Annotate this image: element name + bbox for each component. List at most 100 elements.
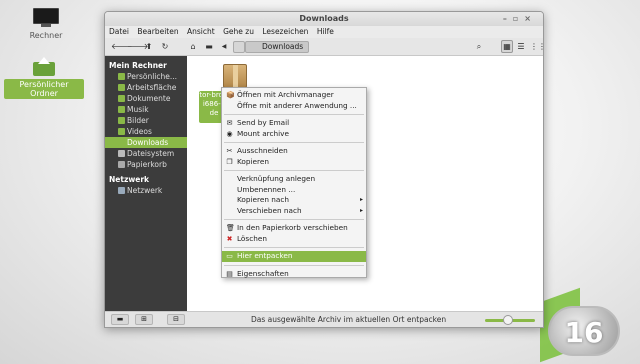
properties-icon: ▤ xyxy=(226,269,233,278)
sidebar-item-label: Downloads xyxy=(127,138,169,147)
compact-view-button[interactable]: ⋮⋮ xyxy=(529,40,543,53)
zoom-slider-handle[interactable] xyxy=(502,315,513,325)
sidebar-item-filesystem[interactable]: Dateisystem xyxy=(105,148,187,159)
maximize-button[interactable]: ▫ xyxy=(513,14,524,23)
sidebar-item-label: Musik xyxy=(127,105,149,114)
menu-item-label: Eigenschaften xyxy=(237,268,289,278)
desktop-computer-icon[interactable]: Rechner xyxy=(6,8,86,41)
computer-icon[interactable]: ▬ xyxy=(203,41,215,53)
minimize-button[interactable]: – xyxy=(503,14,513,23)
desktop-home-label: Persönlicher Ordner xyxy=(4,79,84,99)
trash-icon xyxy=(118,161,125,168)
menu-bookmarks[interactable]: Lesezeichen xyxy=(262,27,308,36)
menu-bar: Datei Bearbeiten Ansicht Gehe zu Lesezei… xyxy=(105,26,543,38)
sidebar-item-videos[interactable]: Videos xyxy=(105,126,187,137)
home-icon[interactable]: ⌂ xyxy=(187,41,199,53)
sidebar-item-trash[interactable]: Papierkorb xyxy=(105,159,187,170)
monitor-icon xyxy=(33,8,59,28)
close-button[interactable]: × xyxy=(524,14,537,23)
breadcrumb-prev-icon[interactable]: ◀ xyxy=(219,41,229,53)
sidebar-item-music[interactable]: Musik xyxy=(105,104,187,115)
menu-item-delete[interactable]: ✖ Löschen xyxy=(222,234,366,245)
sidebar-heading-network[interactable]: Netzwerk xyxy=(105,174,187,185)
menu-item-move-to[interactable]: Verschieben nach ▸ xyxy=(222,206,366,217)
sidebar-item-desktop[interactable]: Arbeitsfläche xyxy=(105,82,187,93)
sidebar-item-label: Netzwerk xyxy=(127,186,163,195)
window-title: Downloads xyxy=(299,14,349,23)
sidebar-item-downloads[interactable]: Downloads xyxy=(105,137,187,148)
back-arrow-icon[interactable]: 🡐 xyxy=(111,41,132,53)
breadcrumb-downloads[interactable]: Downloads xyxy=(245,41,309,53)
menu-item-mount-archive[interactable]: ◉ Mount archive xyxy=(222,129,366,140)
trash-icon: 🗑 xyxy=(226,224,235,232)
sidebar-item-home[interactable]: Persönliche... xyxy=(105,71,187,82)
folder-icon xyxy=(118,139,125,146)
menu-item-label: Öffne mit anderer Anwendung ... xyxy=(237,100,357,110)
toolbar: 🡐 🡒 ⬆ ↻ ⌂ ▬ ◀ Downloads ⌕ ▦ ☰ ⋮⋮ xyxy=(105,38,543,56)
menu-go[interactable]: Gehe zu xyxy=(223,27,254,36)
up-arrow-icon[interactable]: ⬆ xyxy=(143,41,155,53)
menu-separator xyxy=(224,170,364,171)
network-icon xyxy=(118,187,125,194)
toggle-tree-button[interactable]: ⊞ xyxy=(135,314,153,325)
toggle-places-button[interactable]: ▬ xyxy=(111,314,129,325)
menu-item-move-to-trash[interactable]: 🗑 In den Papierkorb verschieben xyxy=(222,223,366,234)
sidebar-item-label: Arbeitsfläche xyxy=(127,83,177,92)
menu-item-send-email[interactable]: ✉ Send by Email xyxy=(222,118,366,129)
folder-icon xyxy=(118,95,125,102)
desktop-computer-label: Rechner xyxy=(29,31,63,40)
menu-item-extract-here[interactable]: ▭ Hier entpacken xyxy=(222,251,366,262)
delete-icon: ✖ xyxy=(226,234,233,243)
menu-item-open-with-other[interactable]: Öffne mit anderer Anwendung ... xyxy=(222,101,366,112)
sidebar-heading-computer[interactable]: Mein Rechner xyxy=(105,60,187,71)
reload-icon[interactable]: ↻ xyxy=(159,41,171,53)
menu-item-label: Hier entpacken xyxy=(237,251,293,260)
desktop-home-folder[interactable]: Persönlicher Ordner xyxy=(4,57,84,99)
menu-item-label: Kopieren xyxy=(237,156,269,166)
breadcrumb-home-button[interactable] xyxy=(233,41,245,53)
menu-item-label: Kopieren nach xyxy=(237,195,290,204)
folder-icon xyxy=(118,117,125,124)
title-bar[interactable]: Downloads –▫× xyxy=(105,12,543,26)
sidebar-item-label: Papierkorb xyxy=(127,160,167,169)
sidebar-item-label: Bilder xyxy=(127,116,149,125)
menu-item-label: Umbenennen ... xyxy=(237,184,296,194)
toggle-sidebar-button[interactable]: ⊟ xyxy=(167,314,185,325)
menu-item-label: Öffnen mit Archivmanager xyxy=(237,90,334,99)
sidebar-item-label: Dokumente xyxy=(127,94,171,103)
sidebar-item-network[interactable]: Netzwerk xyxy=(105,185,187,196)
sidebar-item-pictures[interactable]: Bilder xyxy=(105,115,187,126)
archive-file-icon[interactable] xyxy=(223,64,247,88)
list-view-button[interactable]: ☰ xyxy=(515,40,527,53)
menu-item-copy[interactable]: ❐ Kopieren xyxy=(222,157,366,168)
email-icon: ✉ xyxy=(226,119,233,127)
folder-icon xyxy=(118,84,125,91)
sidebar: Mein Rechner Persönliche... Arbeitsfläch… xyxy=(105,56,187,313)
mount-icon: ◉ xyxy=(226,129,233,138)
menu-item-rename[interactable]: Umbenennen ... xyxy=(222,185,366,196)
menu-separator xyxy=(224,219,364,220)
folder-icon xyxy=(118,73,125,80)
icon-view-button[interactable]: ▦ xyxy=(501,40,513,53)
status-bar: ▬ ⊞ ⊟ Das ausgewählte Archiv im aktuelle… xyxy=(105,311,543,327)
folder-icon xyxy=(118,128,125,135)
home-folder-icon xyxy=(32,57,56,77)
sidebar-item-label: Videos xyxy=(127,127,152,136)
menu-help[interactable]: Hilfe xyxy=(317,27,334,36)
forward-arrow-icon[interactable]: 🡒 xyxy=(127,41,148,53)
menu-item-open-archive-manager[interactable]: 📦 Öffnen mit Archivmanager xyxy=(222,90,366,101)
menu-item-label: Ausschneiden xyxy=(237,146,288,155)
menu-view[interactable]: Ansicht xyxy=(187,27,215,36)
sidebar-item-label: Persönliche... xyxy=(127,72,178,81)
copy-icon: ❐ xyxy=(226,157,233,166)
menu-item-copy-to[interactable]: Kopieren nach ▸ xyxy=(222,195,366,206)
sidebar-item-documents[interactable]: Dokumente xyxy=(105,93,187,104)
menu-item-cut[interactable]: ✂ Ausschneiden xyxy=(222,146,366,157)
menu-edit[interactable]: Bearbeiten xyxy=(137,27,178,36)
search-icon[interactable]: ⌕ xyxy=(473,41,485,53)
menu-item-properties[interactable]: ▤ Eigenschaften xyxy=(222,269,366,280)
submenu-arrow-icon: ▸ xyxy=(359,206,363,214)
menu-file[interactable]: Datei xyxy=(109,27,129,36)
menu-item-create-link[interactable]: Verknüpfung anlegen xyxy=(222,174,366,185)
context-menu: 📦 Öffnen mit Archivmanager Öffne mit ande… xyxy=(221,87,367,278)
